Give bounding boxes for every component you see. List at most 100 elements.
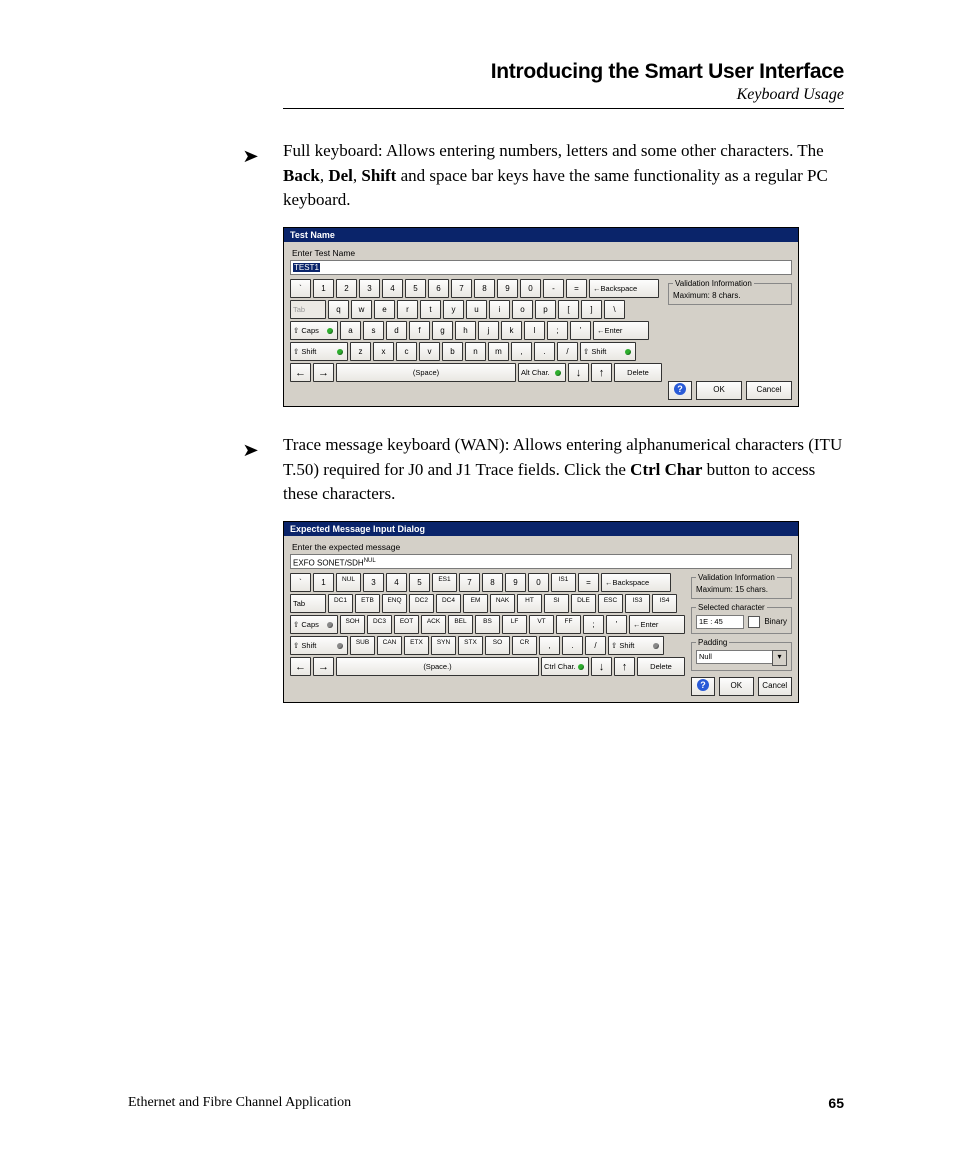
key[interactable]: DC1 (328, 594, 353, 613)
key[interactable]: g (432, 321, 453, 340)
key[interactable]: = (566, 279, 587, 298)
key[interactable]: k (501, 321, 522, 340)
key[interactable]: 7 (451, 279, 472, 298)
key[interactable]: ] (581, 300, 602, 319)
key[interactable]: SI (544, 594, 569, 613)
key[interactable]: p (535, 300, 556, 319)
key[interactable]: ENQ (382, 594, 407, 613)
key[interactable]: 2 (336, 279, 357, 298)
arrow-right-key[interactable]: → (313, 657, 334, 676)
key[interactable]: 4 (386, 573, 407, 592)
key[interactable]: SYN (431, 636, 456, 655)
arrow-up-key[interactable]: ↑ (591, 363, 612, 382)
delete-key[interactable]: Delete (614, 363, 662, 382)
cancel-button[interactable]: Cancel (746, 381, 792, 400)
key[interactable]: [ (558, 300, 579, 319)
key[interactable]: ' (606, 615, 627, 634)
key[interactable]: l (524, 321, 545, 340)
caps-key[interactable]: ⇧ Caps (290, 321, 338, 340)
key[interactable]: 9 (497, 279, 518, 298)
key[interactable]: r (397, 300, 418, 319)
help-button[interactable]: ? (668, 381, 692, 400)
key[interactable]: e (374, 300, 395, 319)
cancel-button[interactable]: Cancel (758, 677, 793, 696)
key[interactable]: VT (529, 615, 554, 634)
key[interactable]: IS3 (625, 594, 650, 613)
binary-checkbox[interactable] (748, 616, 760, 628)
shift-key-right[interactable]: ⇧ Shift (580, 342, 636, 361)
key[interactable]: = (578, 573, 599, 592)
key[interactable]: 4 (382, 279, 403, 298)
backspace-key[interactable]: ←Backspace (601, 573, 671, 592)
key[interactable]: d (386, 321, 407, 340)
key[interactable]: 8 (482, 573, 503, 592)
key[interactable]: EOT (394, 615, 419, 634)
ok-button[interactable]: OK (719, 677, 754, 696)
key[interactable]: c (396, 342, 417, 361)
enter-key[interactable]: ←Enter (629, 615, 685, 634)
padding-combobox[interactable]: Null ▾ (696, 650, 787, 666)
shift-key[interactable]: ⇧ Shift (290, 342, 348, 361)
key[interactable]: o (512, 300, 533, 319)
delete-key[interactable]: Delete (637, 657, 685, 676)
key[interactable]: ` (290, 573, 311, 592)
key[interactable]: ; (547, 321, 568, 340)
key[interactable]: ETB (355, 594, 380, 613)
key[interactable]: , (539, 636, 560, 655)
tab-key[interactable]: Tab (290, 300, 326, 319)
key[interactable]: IS1 (551, 573, 576, 592)
key[interactable]: b (442, 342, 463, 361)
key[interactable]: DC3 (367, 615, 392, 634)
arrow-right-key[interactable]: → (313, 363, 334, 382)
key[interactable]: t (420, 300, 441, 319)
shift-key[interactable]: ⇧ Shift (290, 636, 348, 655)
ctrl-char-key[interactable]: Ctrl Char. (541, 657, 589, 676)
key[interactable]: w (351, 300, 372, 319)
space-key[interactable]: (Space.) (336, 657, 539, 676)
key[interactable]: v (419, 342, 440, 361)
key[interactable]: SO (485, 636, 510, 655)
key[interactable]: ETX (404, 636, 429, 655)
key[interactable]: n (465, 342, 486, 361)
key[interactable]: a (340, 321, 361, 340)
key[interactable]: - (543, 279, 564, 298)
key[interactable]: y (443, 300, 464, 319)
chevron-down-icon[interactable]: ▾ (772, 650, 787, 666)
key[interactable]: i (489, 300, 510, 319)
backspace-key[interactable]: ←Backspace (589, 279, 659, 298)
key[interactable]: FF (556, 615, 581, 634)
key[interactable]: q (328, 300, 349, 319)
key[interactable]: DC2 (409, 594, 434, 613)
test-name-input[interactable]: TEST1 (290, 260, 792, 275)
key[interactable]: STX (458, 636, 483, 655)
alt-char-key[interactable]: Alt Char. (518, 363, 566, 382)
key[interactable]: \ (604, 300, 625, 319)
key[interactable]: . (534, 342, 555, 361)
key[interactable]: LF (502, 615, 527, 634)
key[interactable]: 3 (359, 279, 380, 298)
key[interactable]: ' (570, 321, 591, 340)
key[interactable]: s (363, 321, 384, 340)
expected-message-input[interactable]: EXFO SONET/SDHNUL (290, 554, 792, 569)
key[interactable]: NUL (336, 573, 361, 592)
key[interactable]: z (350, 342, 371, 361)
key[interactable]: ACK (421, 615, 446, 634)
key[interactable]: 6 (428, 279, 449, 298)
key[interactable]: ` (290, 279, 311, 298)
arrow-down-key[interactable]: ↓ (568, 363, 589, 382)
key[interactable]: IS4 (652, 594, 677, 613)
key[interactable]: DC4 (436, 594, 461, 613)
enter-key[interactable]: ←Enter (593, 321, 649, 340)
help-button[interactable]: ? (691, 677, 715, 696)
key[interactable]: , (511, 342, 532, 361)
shift-key-right[interactable]: ⇧ Shift (608, 636, 664, 655)
key[interactable]: 1 (313, 279, 334, 298)
key[interactable]: 9 (505, 573, 526, 592)
key[interactable]: m (488, 342, 509, 361)
space-key[interactable]: (Space) (336, 363, 516, 382)
key[interactable]: 8 (474, 279, 495, 298)
caps-key[interactable]: ⇧ Caps (290, 615, 338, 634)
key[interactable]: EM (463, 594, 488, 613)
key[interactable]: u (466, 300, 487, 319)
arrow-down-key[interactable]: ↓ (591, 657, 612, 676)
